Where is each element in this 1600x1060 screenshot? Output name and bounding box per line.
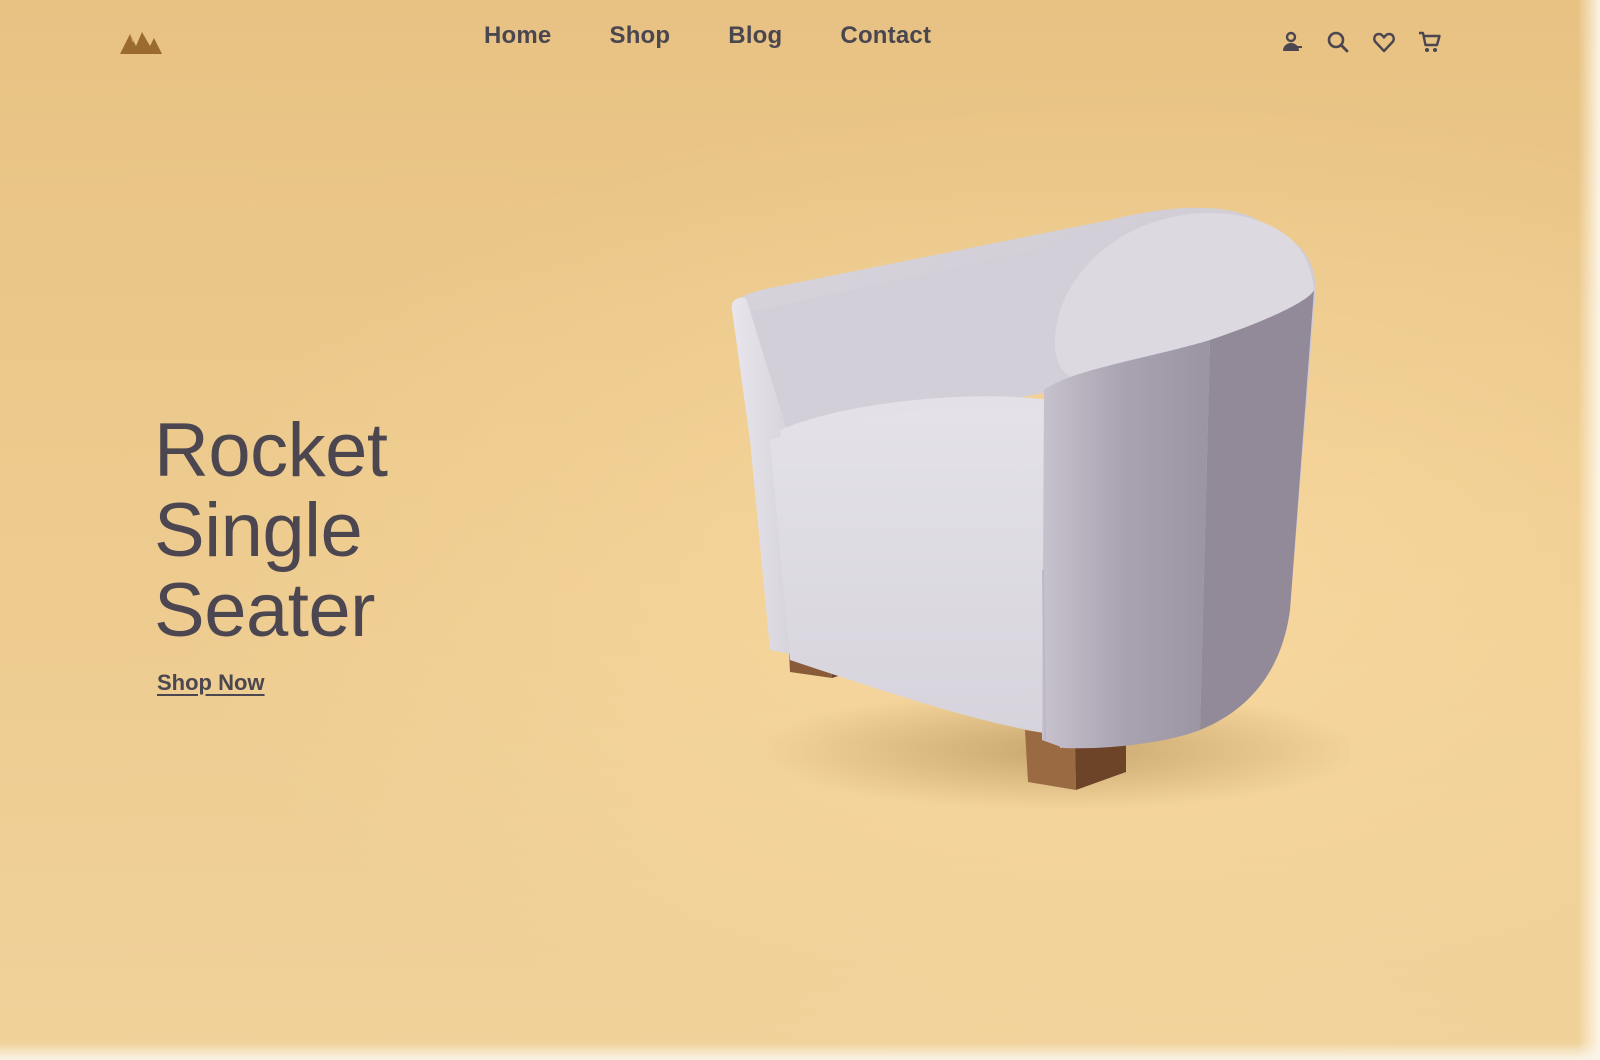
hero-title-line: Seater (154, 567, 375, 653)
heart-icon[interactable] (1372, 30, 1396, 54)
header-icons (1280, 30, 1442, 54)
hero-title: Rocket Single Seater (154, 407, 534, 653)
screen-edge-glare (1578, 0, 1600, 1060)
mountain-logo-icon[interactable] (120, 28, 162, 56)
nav-blog[interactable]: Blog (728, 22, 782, 50)
search-icon[interactable] (1326, 30, 1350, 54)
page-background: Home Shop Blog Contact Rocket Single Sea… (0, 0, 1600, 1060)
main-nav: Home Shop Blog Contact (484, 22, 931, 50)
hero-title-line: Single (154, 487, 363, 573)
nav-home[interactable]: Home (484, 22, 551, 50)
armchair-image (731, 207, 1350, 810)
nav-shop[interactable]: Shop (609, 22, 670, 50)
screen-bottom-glare (0, 1042, 1600, 1060)
hero-title-line: Rocket (154, 407, 388, 493)
shop-now-link[interactable]: Shop Now (157, 670, 265, 696)
cart-icon[interactable] (1418, 30, 1442, 54)
account-icon[interactable] (1280, 30, 1304, 54)
nav-contact[interactable]: Contact (840, 22, 931, 50)
